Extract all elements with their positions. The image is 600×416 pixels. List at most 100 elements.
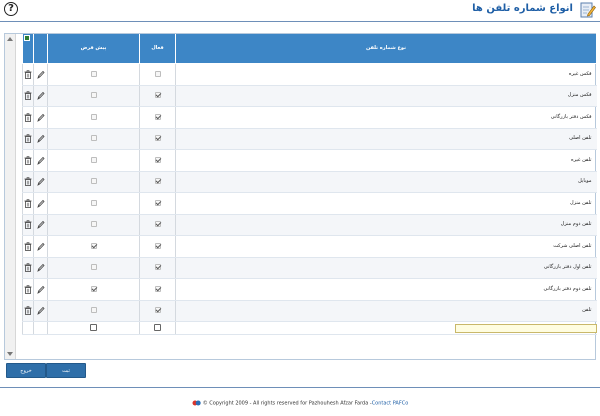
exit-button[interactable]: خروج (6, 363, 46, 378)
active-checkbox[interactable] (154, 156, 161, 163)
table-row: تلفن دوم دفتر بازرگانی (22, 278, 597, 301)
phone-type-cell: تلفن (175, 300, 597, 322)
table-row: تلفن منزل (22, 192, 597, 215)
phone-type-cell: تلفن غيره (175, 149, 597, 172)
edit-icon[interactable] (36, 307, 45, 316)
default-checkbox[interactable] (90, 221, 97, 227)
new-active-checkbox[interactable] (154, 324, 161, 331)
table-row: موبایل (22, 171, 597, 193)
table-row: تلفن غيره (22, 149, 597, 172)
edit-icon[interactable] (36, 70, 45, 79)
delete-icon[interactable] (24, 198, 32, 208)
page-title: انواع شماره تلفن ها (472, 3, 573, 14)
contact-link[interactable]: Contact PAFCo (372, 401, 409, 407)
help-circle-icon[interactable]: ? (4, 2, 18, 16)
delete-icon[interactable] (24, 241, 32, 251)
active-checkbox[interactable] (154, 307, 161, 313)
delete-icon[interactable] (24, 177, 32, 187)
new-phone-type-input[interactable] (454, 323, 597, 333)
table-row: فكس دفتر بازرگانی (22, 106, 597, 129)
table-row: تلفن اصلی شرکت (22, 235, 597, 258)
active-checkbox[interactable] (154, 113, 161, 120)
company-logo (192, 400, 201, 406)
table-row: تلفن اصلی (22, 128, 597, 150)
phone-type-cell: تلفن اصلی شرکت (175, 235, 597, 258)
delete-icon[interactable] (24, 69, 32, 79)
export-excel-icon[interactable] (24, 35, 30, 41)
edit-icon[interactable] (36, 285, 45, 294)
phone-type-cell: موبایل (175, 171, 597, 193)
column-header-default[interactable]: پیش فرض (47, 34, 140, 64)
edit-column-header (33, 34, 48, 64)
active-checkbox[interactable] (154, 285, 161, 292)
delete-icon[interactable] (24, 263, 32, 273)
phone-type-cell: فكس منزل (175, 85, 597, 107)
default-checkbox[interactable] (90, 242, 97, 249)
phone-type-cell: تلفن منزل (175, 192, 597, 215)
new-row-blank (22, 321, 34, 335)
active-checkbox[interactable] (154, 242, 161, 249)
column-header-type[interactable]: نوع شماره تلفن (175, 34, 597, 64)
active-checkbox[interactable] (154, 92, 161, 98)
delete-icon[interactable] (24, 134, 32, 144)
default-checkbox[interactable] (90, 264, 97, 270)
default-checkbox[interactable] (90, 156, 97, 163)
scroll-up-icon[interactable] (7, 37, 13, 41)
phone-type-cell: تلفن دوم منزل (175, 214, 597, 236)
delete-icon[interactable] (24, 220, 32, 230)
page-header: ? انواع شماره تلفن ها (0, 0, 600, 20)
edit-icon[interactable] (36, 264, 45, 273)
delete-icon[interactable] (24, 91, 32, 101)
table-row: تلفن دوم منزل (22, 214, 597, 236)
edit-document-icon (580, 2, 596, 18)
phone-type-cell: تلفن اصلی (175, 128, 597, 150)
delete-icon[interactable] (24, 155, 32, 165)
phone-type-cell: فكس غيره (175, 63, 597, 86)
default-checkbox[interactable] (90, 135, 97, 141)
header-divider (0, 21, 600, 22)
footer: © Copyright 2009 - All rights reserved f… (0, 399, 600, 408)
phone-type-cell: تلفن دوم دفتر بازرگانی (175, 278, 597, 301)
active-checkbox[interactable] (154, 178, 161, 184)
default-checkbox[interactable] (90, 199, 97, 206)
edit-icon[interactable] (36, 135, 45, 144)
edit-icon[interactable] (36, 113, 45, 122)
default-checkbox[interactable] (90, 70, 97, 77)
vertical-scrollbar[interactable] (5, 34, 16, 359)
default-checkbox[interactable] (90, 92, 97, 98)
edit-icon[interactable] (36, 92, 45, 101)
active-checkbox[interactable] (154, 199, 161, 206)
table-row: فكس منزل (22, 85, 597, 107)
table-row: تلفن (22, 300, 597, 322)
default-checkbox[interactable] (90, 285, 97, 292)
grid-corner (22, 34, 34, 64)
table-row: تلفن اول دفتر بازرگانی (22, 257, 597, 279)
scroll-down-icon[interactable] (7, 352, 13, 356)
new-row (22, 321, 597, 335)
active-checkbox[interactable] (154, 135, 161, 141)
active-checkbox[interactable] (154, 70, 161, 77)
footer-copyright: © Copyright 2009 - All rights reserved f… (202, 400, 372, 407)
new-row-blank (33, 321, 48, 335)
phone-type-cell: تلفن اول دفتر بازرگانی (175, 257, 597, 279)
default-checkbox[interactable] (90, 178, 97, 184)
edit-icon[interactable] (36, 221, 45, 230)
table-row: فكس غيره (22, 63, 597, 86)
active-checkbox[interactable] (154, 221, 161, 227)
edit-icon[interactable] (36, 156, 45, 165)
edit-icon[interactable] (36, 199, 45, 208)
submit-button[interactable]: ثبت (46, 363, 86, 378)
delete-icon[interactable] (24, 306, 32, 316)
default-checkbox[interactable] (90, 307, 97, 313)
column-header-active[interactable]: فعال (139, 34, 176, 64)
edit-icon[interactable] (36, 178, 45, 187)
active-checkbox[interactable] (154, 264, 161, 270)
delete-icon[interactable] (24, 112, 32, 122)
delete-icon[interactable] (24, 284, 32, 294)
default-checkbox[interactable] (90, 113, 97, 120)
grid-table: پیش فرض فعال نوع شماره تلفن فكس غيره فكس … (22, 34, 597, 335)
phone-type-cell: فكس دفتر بازرگانی (175, 106, 597, 129)
new-default-checkbox[interactable] (90, 324, 97, 331)
edit-icon[interactable] (36, 242, 45, 251)
phone-types-grid: پیش فرض فعال نوع شماره تلفن فكس غيره فكس … (4, 33, 597, 360)
